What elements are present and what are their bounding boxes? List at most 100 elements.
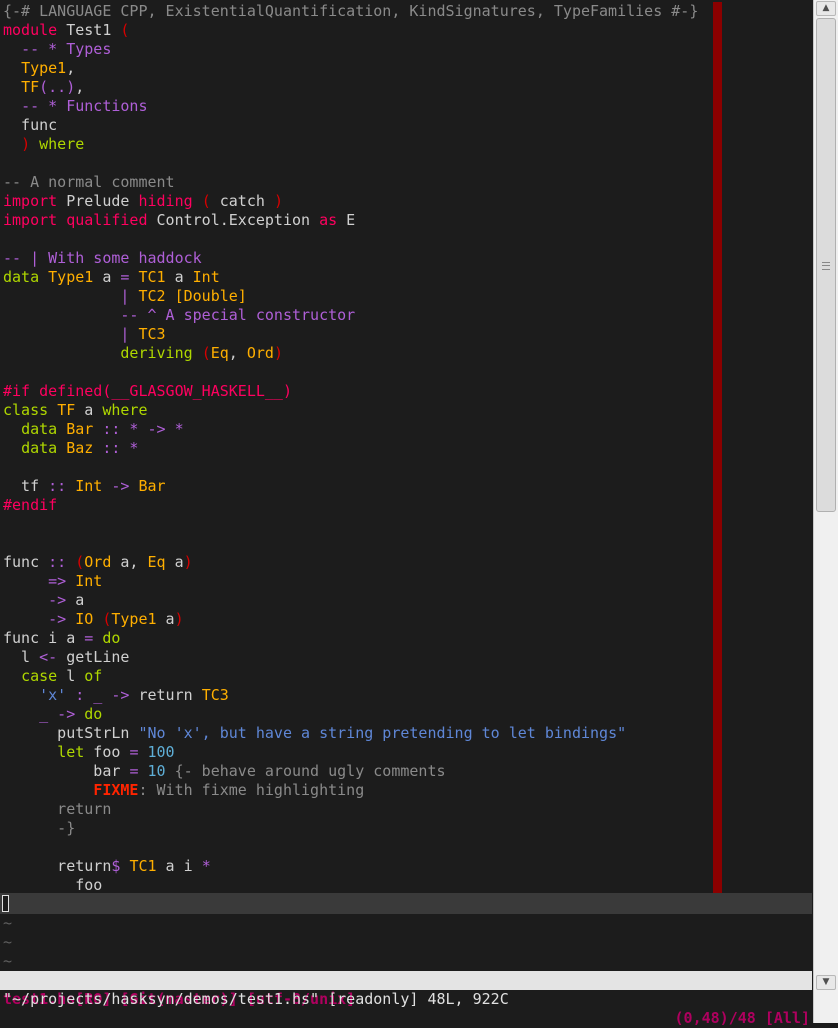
code-token-statement: data xyxy=(21,439,58,457)
code-line[interactable]: -- * Types xyxy=(3,40,698,59)
code-line[interactable]: data Type1 a = TC1 a Int xyxy=(3,268,698,287)
code-line[interactable]: -- A normal comment xyxy=(3,173,698,192)
code-token-type: TF xyxy=(57,401,76,419)
code-token-default xyxy=(3,439,21,457)
code-token-default: , xyxy=(75,78,85,96)
code-line[interactable]: bar = 10 {- behave around ugly comments xyxy=(3,762,698,781)
code-token-type: Baz xyxy=(66,439,94,457)
code-token-type: Int xyxy=(192,268,220,286)
code-token-type: Ord xyxy=(84,553,112,571)
code-line[interactable] xyxy=(3,534,698,553)
code-token-default: l xyxy=(3,648,40,666)
code-token-default xyxy=(3,78,21,96)
code-line[interactable] xyxy=(3,363,698,382)
code-line[interactable]: FIXME: With fixme highlighting xyxy=(3,781,698,800)
code-token-default: func xyxy=(3,116,58,134)
code-line[interactable]: import qualified Control.Exception as E xyxy=(3,211,698,230)
code-line[interactable]: => Int xyxy=(3,572,698,591)
editor-pane[interactable]: {-# LANGUAGE CPP, ExistentialQuantificat… xyxy=(0,0,812,970)
code-line[interactable] xyxy=(3,230,698,249)
code-line[interactable]: _ -> do xyxy=(3,705,698,724)
code-token-default xyxy=(3,135,21,153)
code-line[interactable]: Type1, xyxy=(3,59,698,78)
code-token-default xyxy=(3,743,57,761)
code-token-default: a xyxy=(75,401,103,419)
code-token-default xyxy=(193,192,202,210)
code-line[interactable]: TF(..), xyxy=(3,78,698,97)
vertical-scrollbar[interactable]: ▲ ▼ xyxy=(813,0,838,1023)
code-token-operator: : _ -> xyxy=(75,686,130,704)
code-line[interactable]: let foo = 100 xyxy=(3,743,698,762)
code-token-type: Type1 xyxy=(111,610,157,628)
code-token-operator: -> xyxy=(48,591,67,609)
code-token-default: a xyxy=(156,610,175,628)
code-token-keyword: import xyxy=(3,211,58,229)
code-token-paren: ) xyxy=(21,135,31,153)
code-token-default: foo xyxy=(3,876,103,894)
code-line[interactable]: func :: (Ord a, Eq a) xyxy=(3,553,698,572)
code-token-operator: :: xyxy=(48,477,67,495)
code-line[interactable]: #endif xyxy=(3,496,698,515)
code-token-paren: ) xyxy=(273,192,283,210)
code-token-paren: ( xyxy=(201,192,211,210)
code-line[interactable]: -> a xyxy=(3,591,698,610)
code-line[interactable]: -- | With some haddock xyxy=(3,249,698,268)
code-line[interactable]: class TF a where xyxy=(3,401,698,420)
code-line[interactable]: #if defined(__GLASGOW_HASKELL__) xyxy=(3,382,698,401)
code-line[interactable]: {-# LANGUAGE CPP, ExistentialQuantificat… xyxy=(3,2,698,21)
code-line[interactable]: | TC2 [Double] xyxy=(3,287,698,306)
code-line[interactable]: ) where xyxy=(3,135,698,154)
scroll-down-arrow-icon[interactable]: ▼ xyxy=(816,975,836,990)
code-token-comment: {- behave around ugly comments xyxy=(174,762,446,780)
code-token-default xyxy=(66,610,75,628)
code-line[interactable]: -- * Functions xyxy=(3,97,698,116)
code-line[interactable] xyxy=(3,515,698,534)
code-buffer[interactable]: {-# LANGUAGE CPP, ExistentialQuantificat… xyxy=(3,2,698,895)
code-token-default: getLine xyxy=(57,648,130,666)
code-line[interactable] xyxy=(3,154,698,173)
command-line[interactable]: "~/projects/hasksyn/demos/test1.hs" [rea… xyxy=(3,990,509,1009)
code-token-paren: ( xyxy=(75,553,85,571)
code-token-type: [Double] xyxy=(174,287,247,305)
code-line[interactable]: case l of xyxy=(3,667,698,686)
code-token-doc: -- | With some haddock xyxy=(3,249,202,267)
code-line[interactable]: return xyxy=(3,800,698,819)
code-line[interactable]: putStrLn "No 'x', but have a string pret… xyxy=(3,724,698,743)
code-line[interactable]: return$ TC1 a i * xyxy=(3,857,698,876)
code-line[interactable]: -- ^ A special constructor xyxy=(3,306,698,325)
code-line[interactable]: data Bar :: * -> * xyxy=(3,420,698,439)
code-line[interactable]: tf :: Int -> Bar xyxy=(3,477,698,496)
code-line[interactable]: deriving (Eq, Ord) xyxy=(3,344,698,363)
code-line[interactable]: -} xyxy=(3,819,698,838)
code-token-string: "No 'x', but have a string pretending to… xyxy=(138,724,627,742)
code-line[interactable]: -> IO (Type1 a) xyxy=(3,610,698,629)
code-token-default xyxy=(3,781,93,799)
code-line[interactable] xyxy=(3,458,698,477)
code-token-statement: data xyxy=(21,420,58,438)
code-token-statement: do xyxy=(84,705,103,723)
code-line[interactable]: module Test1 ( xyxy=(3,21,698,40)
code-token-operator: -> xyxy=(48,610,67,628)
code-line[interactable]: | TC3 xyxy=(3,325,698,344)
code-token-preproc: #if defined(__GLASGOW_HASKELL__) xyxy=(3,382,292,400)
color-column-marker xyxy=(713,2,722,913)
code-line[interactable]: l <- getLine xyxy=(3,648,698,667)
code-token-doc: -- ^ A special constructor xyxy=(120,306,356,324)
scrollbar-thumb[interactable] xyxy=(816,18,836,512)
code-token-default xyxy=(57,439,66,457)
code-token-keyword: qualified xyxy=(66,211,148,229)
code-token-default xyxy=(3,686,39,704)
code-line[interactable]: func xyxy=(3,116,698,135)
code-token-comment: -} xyxy=(3,819,76,837)
code-token-default: a xyxy=(93,268,121,286)
code-line[interactable]: func i a = do xyxy=(3,629,698,648)
code-token-default: a xyxy=(66,591,85,609)
code-line[interactable]: import Prelude hiding ( catch ) xyxy=(3,192,698,211)
scroll-up-arrow-icon[interactable]: ▲ xyxy=(816,1,836,16)
code-token-default xyxy=(138,762,147,780)
code-line[interactable]: data Baz :: * xyxy=(3,439,698,458)
code-token-default: bar xyxy=(3,762,130,780)
code-token-default xyxy=(93,439,102,457)
code-line[interactable] xyxy=(3,838,698,857)
code-line[interactable]: 'x' : _ -> return TC3 xyxy=(3,686,698,705)
